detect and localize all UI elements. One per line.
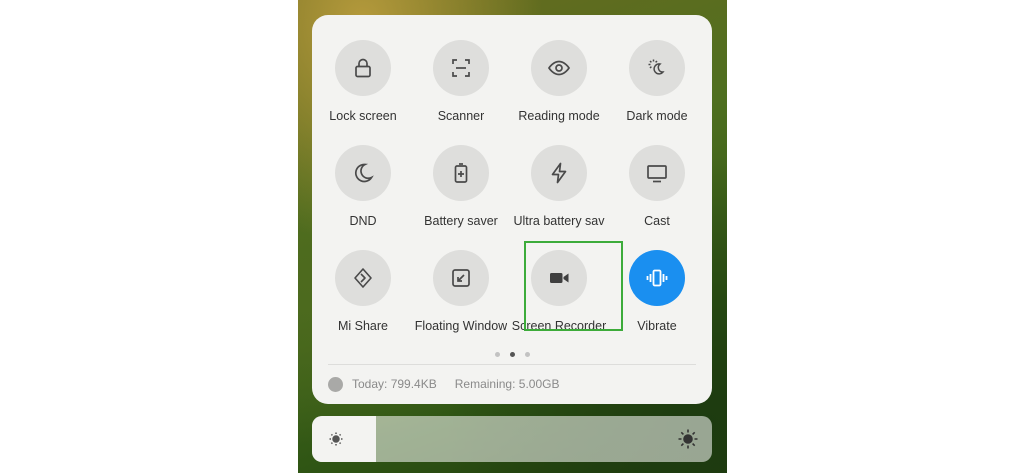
tile-cast[interactable]: Cast (608, 145, 706, 245)
lock-icon (355, 58, 371, 78)
tile-mi-share[interactable]: Mi Share (314, 250, 412, 350)
tile-lock-screen[interactable]: Lock screen (314, 40, 412, 140)
tile-screen-recorder-circle[interactable] (531, 250, 587, 306)
tile-label: Battery saver (424, 214, 498, 228)
tile-reading-mode-circle[interactable] (531, 40, 587, 96)
brightness-low-icon (329, 432, 343, 446)
scanner-icon (452, 59, 470, 77)
tile-floating-window-circle[interactable] (433, 250, 489, 306)
tile-scanner-circle[interactable] (433, 40, 489, 96)
tile-screen-recorder[interactable]: Screen Recorder (510, 250, 608, 350)
phone-screen: Lock screen Scanner Reading mode Dark mo… (298, 0, 727, 473)
tile-battery-saver[interactable]: Battery saver (412, 145, 510, 245)
tile-vibrate-circle[interactable] (629, 250, 685, 306)
vibrate-icon (646, 269, 668, 287)
data-usage-today: Today: 799.4KB (352, 377, 437, 391)
tile-label: Dark mode (626, 109, 688, 123)
tile-label: Ultra battery sav (513, 214, 605, 228)
tile-label: Reading mode (518, 109, 600, 123)
dark-mode-icon (648, 59, 665, 75)
page-dot[interactable] (494, 352, 500, 357)
tile-label: Lock screen (329, 109, 397, 123)
floating-window-icon (452, 269, 470, 287)
tile-reading-mode[interactable]: Reading mode (510, 40, 608, 140)
data-usage-row[interactable]: Today: 799.4KB Remaining: 5.00GB (328, 375, 559, 393)
data-usage-indicator-icon (328, 376, 343, 392)
tile-ultra-battery-saver[interactable]: Ultra battery sav (510, 145, 608, 245)
eye-icon (548, 60, 570, 76)
tile-dnd-circle[interactable] (335, 145, 391, 201)
tile-label: Scanner (437, 109, 485, 123)
quick-settings-panel: Lock screen Scanner Reading mode Dark mo… (312, 15, 712, 404)
tile-lock-screen-circle[interactable] (335, 40, 391, 96)
moon-icon (354, 163, 374, 183)
tile-scanner[interactable]: Scanner (412, 40, 510, 140)
tile-label: Cast (644, 214, 670, 228)
tile-dark-mode[interactable]: Dark mode (608, 40, 706, 140)
tile-label: Mi Share (337, 319, 389, 333)
divider (328, 364, 696, 365)
battery-plus-icon (454, 163, 468, 183)
tile-label: Vibrate (637, 319, 677, 333)
tile-floating-window[interactable]: Floating Window (412, 250, 510, 350)
tile-battery-saver-circle[interactable] (433, 145, 489, 201)
tile-label: Floating Window (414, 319, 508, 333)
lightning-icon (551, 162, 567, 184)
page-indicator[interactable] (312, 352, 712, 357)
tile-ultra-battery-saver-circle[interactable] (531, 145, 587, 201)
tile-mi-share-circle[interactable] (335, 250, 391, 306)
tile-label: DND (349, 214, 377, 228)
mi-share-icon (354, 268, 372, 288)
monitor-icon (647, 165, 667, 183)
video-camera-icon (550, 273, 569, 283)
tile-vibrate[interactable]: Vibrate (608, 250, 706, 350)
page-dot-current[interactable] (509, 352, 515, 357)
brightness-slider[interactable] (312, 416, 712, 462)
brightness-high-icon (678, 429, 698, 449)
tile-cast-circle[interactable] (629, 145, 685, 201)
tile-label: Screen Recorder (511, 319, 607, 333)
tile-dnd[interactable]: DND (314, 145, 412, 245)
tile-dark-mode-circle[interactable] (629, 40, 685, 96)
page-dot[interactable] (524, 352, 530, 357)
data-usage-remaining: Remaining: 5.00GB (454, 377, 560, 391)
